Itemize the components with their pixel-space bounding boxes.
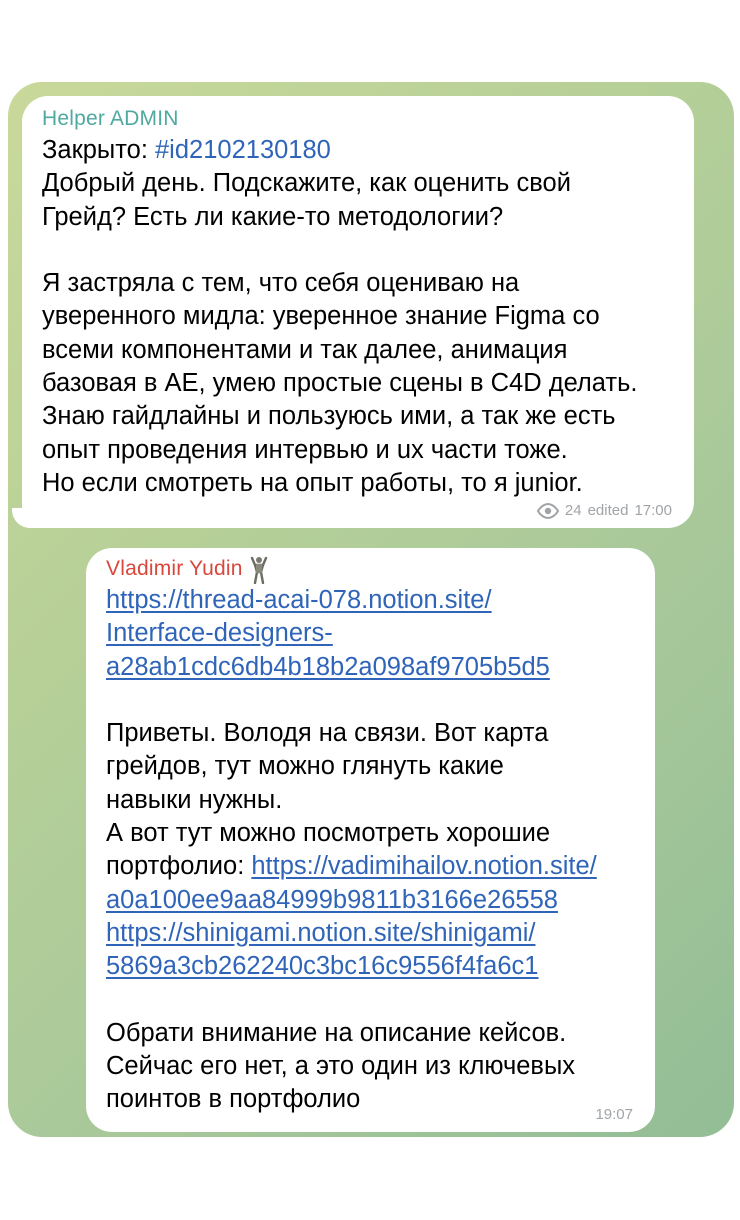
message-body: Добрый день. Подскажите, как оценить сво… [42, 169, 638, 497]
views-count: 24 [564, 502, 582, 519]
message-paragraph-2: Обрати внимание на описание кейсов. Сейч… [106, 1018, 576, 1114]
sender-name[interactable]: Helper ADMIN [42, 104, 674, 134]
person-figure-icon [249, 556, 269, 584]
message-time: 17:00 [634, 502, 672, 519]
message-text: Закрыто: #id2102130180 Добрый день. Подс… [42, 134, 674, 500]
edited-label: edited [587, 502, 629, 519]
message-bubble-vladimir-yudin[interactable]: Vladimir Yudin https://thread-acai-078.n… [86, 548, 655, 1132]
message-text: https://thread-acai-078.notion.site/ Int… [106, 584, 635, 1117]
message-meta: 24 edited 17:00 [536, 502, 672, 519]
sender-row: Vladimir Yudin [106, 554, 635, 584]
sender-name[interactable]: Vladimir Yudin [106, 554, 243, 584]
message-meta: 19:07 [595, 1106, 633, 1123]
message-bubble-helper-admin[interactable]: Helper ADMIN Закрыто: #id2102130180 Добр… [22, 96, 694, 528]
notion-link-interface-designers[interactable]: https://thread-acai-078.notion.site/ Int… [106, 586, 550, 681]
notion-link-shinigami[interactable]: https://shinigami.notion.site/shinigami/… [106, 919, 538, 980]
hashtag-link[interactable]: #id2102130180 [155, 136, 331, 164]
closed-label: Закрыто: [42, 136, 155, 164]
eye-icon [536, 502, 559, 519]
message-time: 19:07 [595, 1106, 633, 1123]
